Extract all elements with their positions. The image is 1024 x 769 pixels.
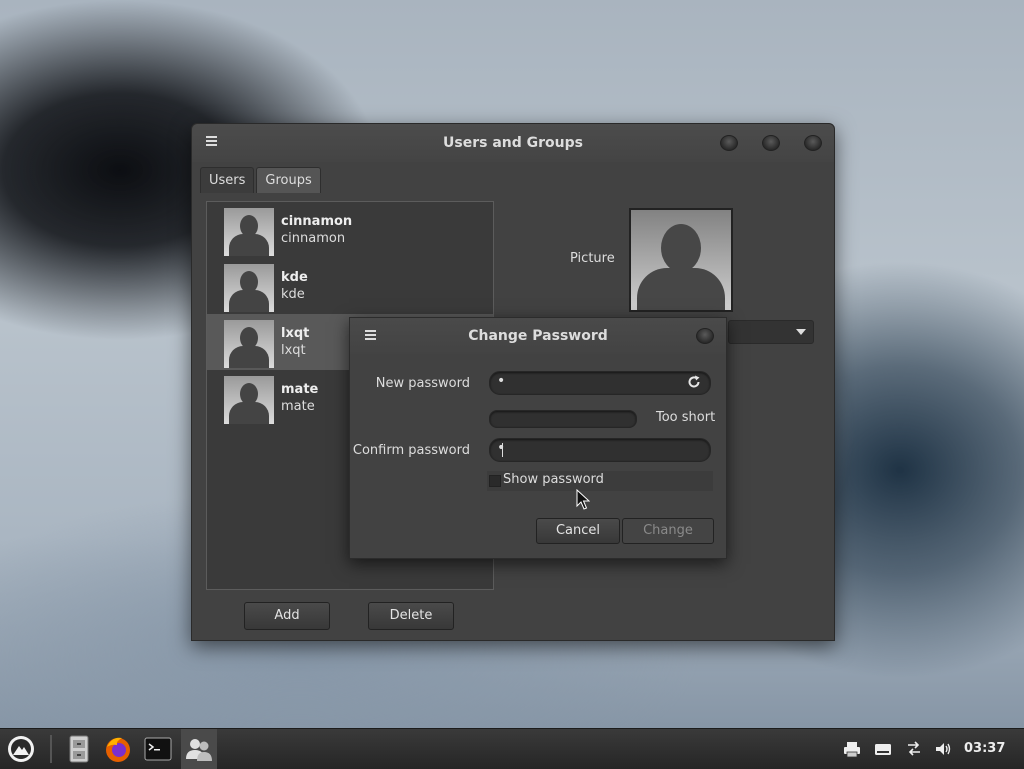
- file-manager-icon[interactable]: [63, 733, 95, 765]
- new-password-label: New password: [375, 376, 470, 391]
- user-name: cinnamon: [281, 214, 353, 229]
- dialog-menu-icon[interactable]: [365, 330, 376, 342]
- printer-icon[interactable]: [843, 740, 861, 758]
- password-strength-bar: [489, 410, 637, 428]
- confirm-password-field[interactable]: •: [489, 438, 711, 462]
- volume-icon[interactable]: [934, 740, 952, 758]
- change-button[interactable]: Change: [622, 518, 714, 544]
- user-name: kde: [281, 270, 308, 285]
- password-strength-text: Too short: [656, 410, 716, 425]
- close-button[interactable]: [804, 135, 822, 151]
- list-item[interactable]: cinnamon cinnamon: [207, 202, 493, 258]
- chevron-down-icon: [796, 329, 806, 335]
- user-avatar-icon: [224, 320, 274, 368]
- tab-bar: Users Groups: [200, 167, 323, 193]
- user-login: mate: [281, 399, 315, 414]
- user-picture-button[interactable]: [629, 208, 733, 312]
- user-login: lxqt: [281, 343, 306, 358]
- maximize-button[interactable]: [762, 135, 780, 151]
- keyboard-icon[interactable]: [874, 740, 892, 758]
- refresh-icon[interactable]: [686, 374, 702, 390]
- menu-icon[interactable]: [5, 733, 37, 765]
- user-login: cinnamon: [281, 231, 346, 246]
- show-password-label[interactable]: Show password: [503, 472, 604, 487]
- minimize-button[interactable]: [720, 135, 738, 151]
- network-icon[interactable]: [905, 740, 923, 758]
- new-password-value: •: [497, 373, 506, 389]
- tab-groups[interactable]: Groups: [256, 167, 321, 193]
- new-password-field[interactable]: •: [489, 371, 711, 395]
- user-avatar-icon: [224, 264, 274, 312]
- change-password-dialog: Change Password New password • Too short…: [349, 317, 727, 559]
- show-password-row[interactable]: Show password: [487, 471, 713, 491]
- show-password-checkbox[interactable]: [489, 475, 501, 487]
- picture-label: Picture: [570, 251, 615, 266]
- user-name: mate: [281, 382, 319, 397]
- user-name: lxqt: [281, 326, 310, 341]
- users-groups-icon[interactable]: [183, 733, 215, 765]
- terminal-icon[interactable]: [142, 733, 174, 765]
- tab-users[interactable]: Users: [200, 167, 255, 193]
- user-login: kde: [281, 287, 305, 302]
- user-avatar-icon: [224, 376, 274, 424]
- window-menu-icon[interactable]: [206, 136, 217, 148]
- text-cursor: [502, 443, 503, 457]
- user-avatar-icon: [224, 208, 274, 256]
- taskbar-separator: [50, 735, 52, 763]
- firefox-icon[interactable]: [102, 733, 134, 765]
- account-type-combobox[interactable]: [728, 320, 814, 344]
- window-titlebar[interactable]: Users and Groups: [192, 124, 834, 162]
- cancel-button[interactable]: Cancel: [536, 518, 620, 544]
- clock[interactable]: 03:37: [964, 741, 1005, 756]
- dialog-title: Change Password: [468, 328, 608, 344]
- list-item[interactable]: kde kde: [207, 258, 493, 314]
- dialog-close-button[interactable]: [696, 328, 714, 344]
- add-user-button[interactable]: Add: [244, 602, 330, 630]
- confirm-password-label: Confirm password: [352, 443, 470, 458]
- taskbar: 03:37: [0, 728, 1024, 769]
- delete-user-button[interactable]: Delete: [368, 602, 454, 630]
- mouse-pointer-icon: [576, 489, 590, 510]
- dialog-titlebar[interactable]: Change Password: [350, 318, 726, 354]
